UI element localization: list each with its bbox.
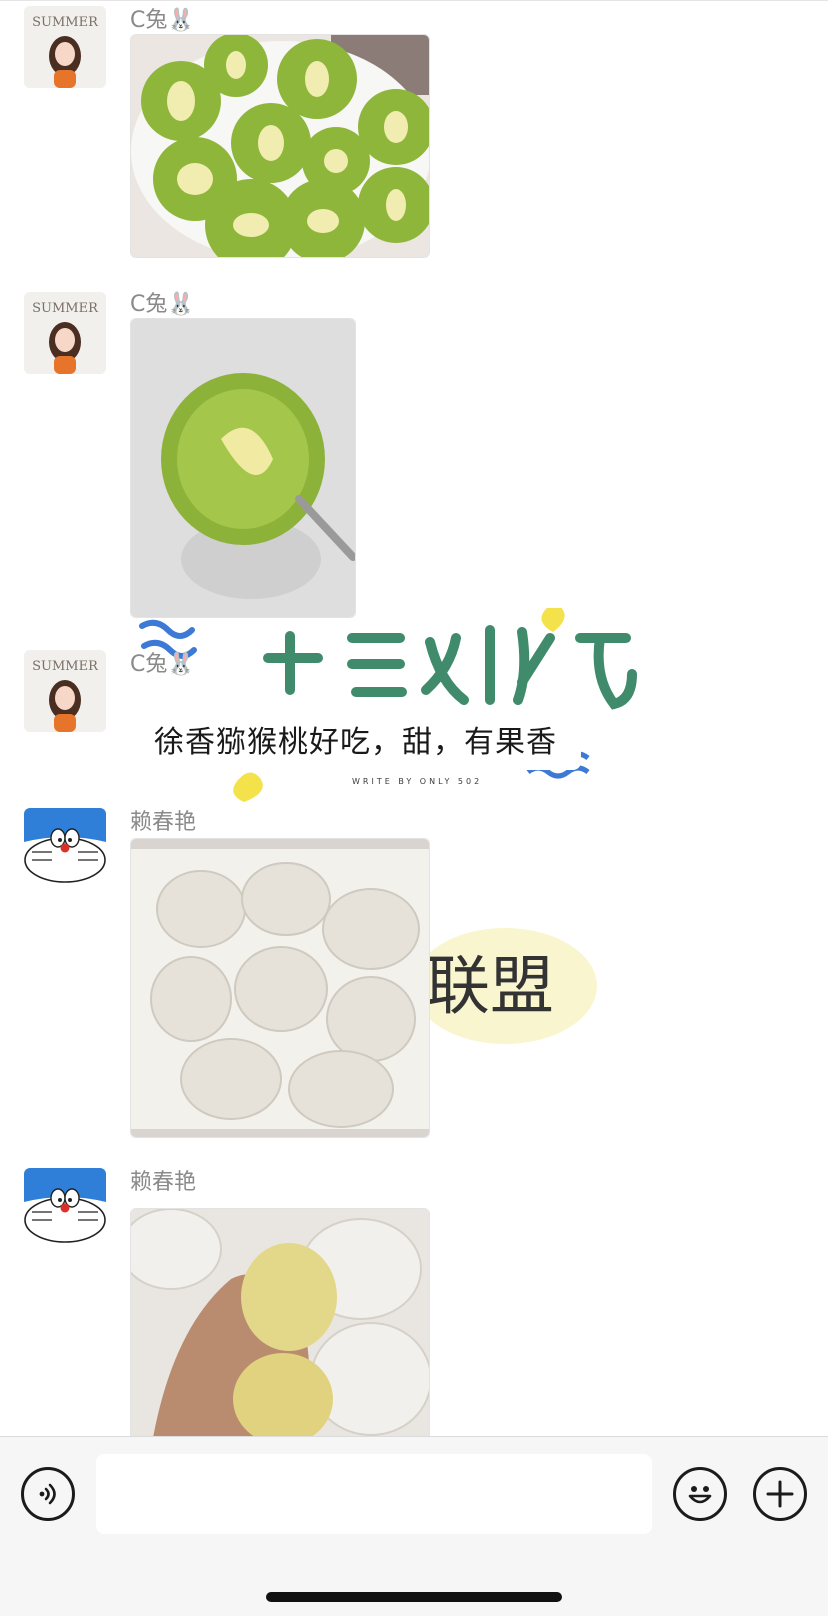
plus-icon: [766, 1480, 794, 1508]
summer-girl-avatar-icon: SUMMER: [24, 6, 106, 88]
summer-girl-avatar-icon: SUMMER: [24, 292, 106, 374]
summer-girl-avatar-icon: SUMMER: [24, 650, 106, 732]
hand-holding-fruit-photo: [131, 1209, 429, 1436]
svg-text:SUMMER: SUMMER: [32, 659, 99, 674]
sticker-caption: WRITE BY ONLY 502: [352, 777, 482, 786]
svg-text:SUMMER: SUMMER: [32, 15, 99, 30]
kiwi-on-fork-photo: [131, 319, 355, 617]
sender-name: C兔🐰: [130, 292, 195, 317]
sender-avatar[interactable]: [24, 1168, 106, 1250]
chat-area[interactable]: WRITE BY ONLY 502 联盟 SUMMER C兔🐰 SUMMER C…: [0, 0, 828, 1436]
doraemon-avatar-icon: [24, 1168, 106, 1250]
image-message[interactable]: [130, 1208, 430, 1436]
svg-text:SUMMER: SUMMER: [32, 301, 99, 316]
top-divider: [0, 0, 828, 1]
message-input[interactable]: [96, 1454, 652, 1534]
kiwi-slices-photo: [131, 35, 429, 257]
sender-avatar[interactable]: SUMMER: [24, 650, 106, 732]
input-bar: [0, 1436, 828, 1616]
sender-avatar[interactable]: SUMMER: [24, 292, 106, 374]
more-button[interactable]: [753, 1467, 807, 1521]
sender-name: C兔🐰: [130, 8, 195, 33]
sender-name: 赖春艳: [130, 810, 197, 835]
sender-name: C兔🐰: [130, 652, 195, 677]
text-message-bubble[interactable]: 徐香猕猴桃好吃，甜，有果香: [130, 708, 581, 770]
emoji-icon: [688, 1486, 712, 1504]
fruit-box-photo: [131, 839, 429, 1137]
doraemon-avatar-icon: [24, 808, 106, 890]
image-message[interactable]: [130, 34, 430, 258]
voice-icon: [39, 1483, 56, 1505]
sticker-text: 联盟: [426, 950, 554, 1024]
image-message[interactable]: [130, 318, 356, 618]
home-indicator: [266, 1592, 562, 1602]
emoji-button[interactable]: [673, 1467, 727, 1521]
sender-avatar[interactable]: SUMMER: [24, 6, 106, 88]
sender-name: 赖春艳: [130, 1170, 197, 1195]
image-message[interactable]: [130, 838, 430, 1138]
voice-button[interactable]: [21, 1467, 75, 1521]
sender-avatar[interactable]: [24, 808, 106, 890]
